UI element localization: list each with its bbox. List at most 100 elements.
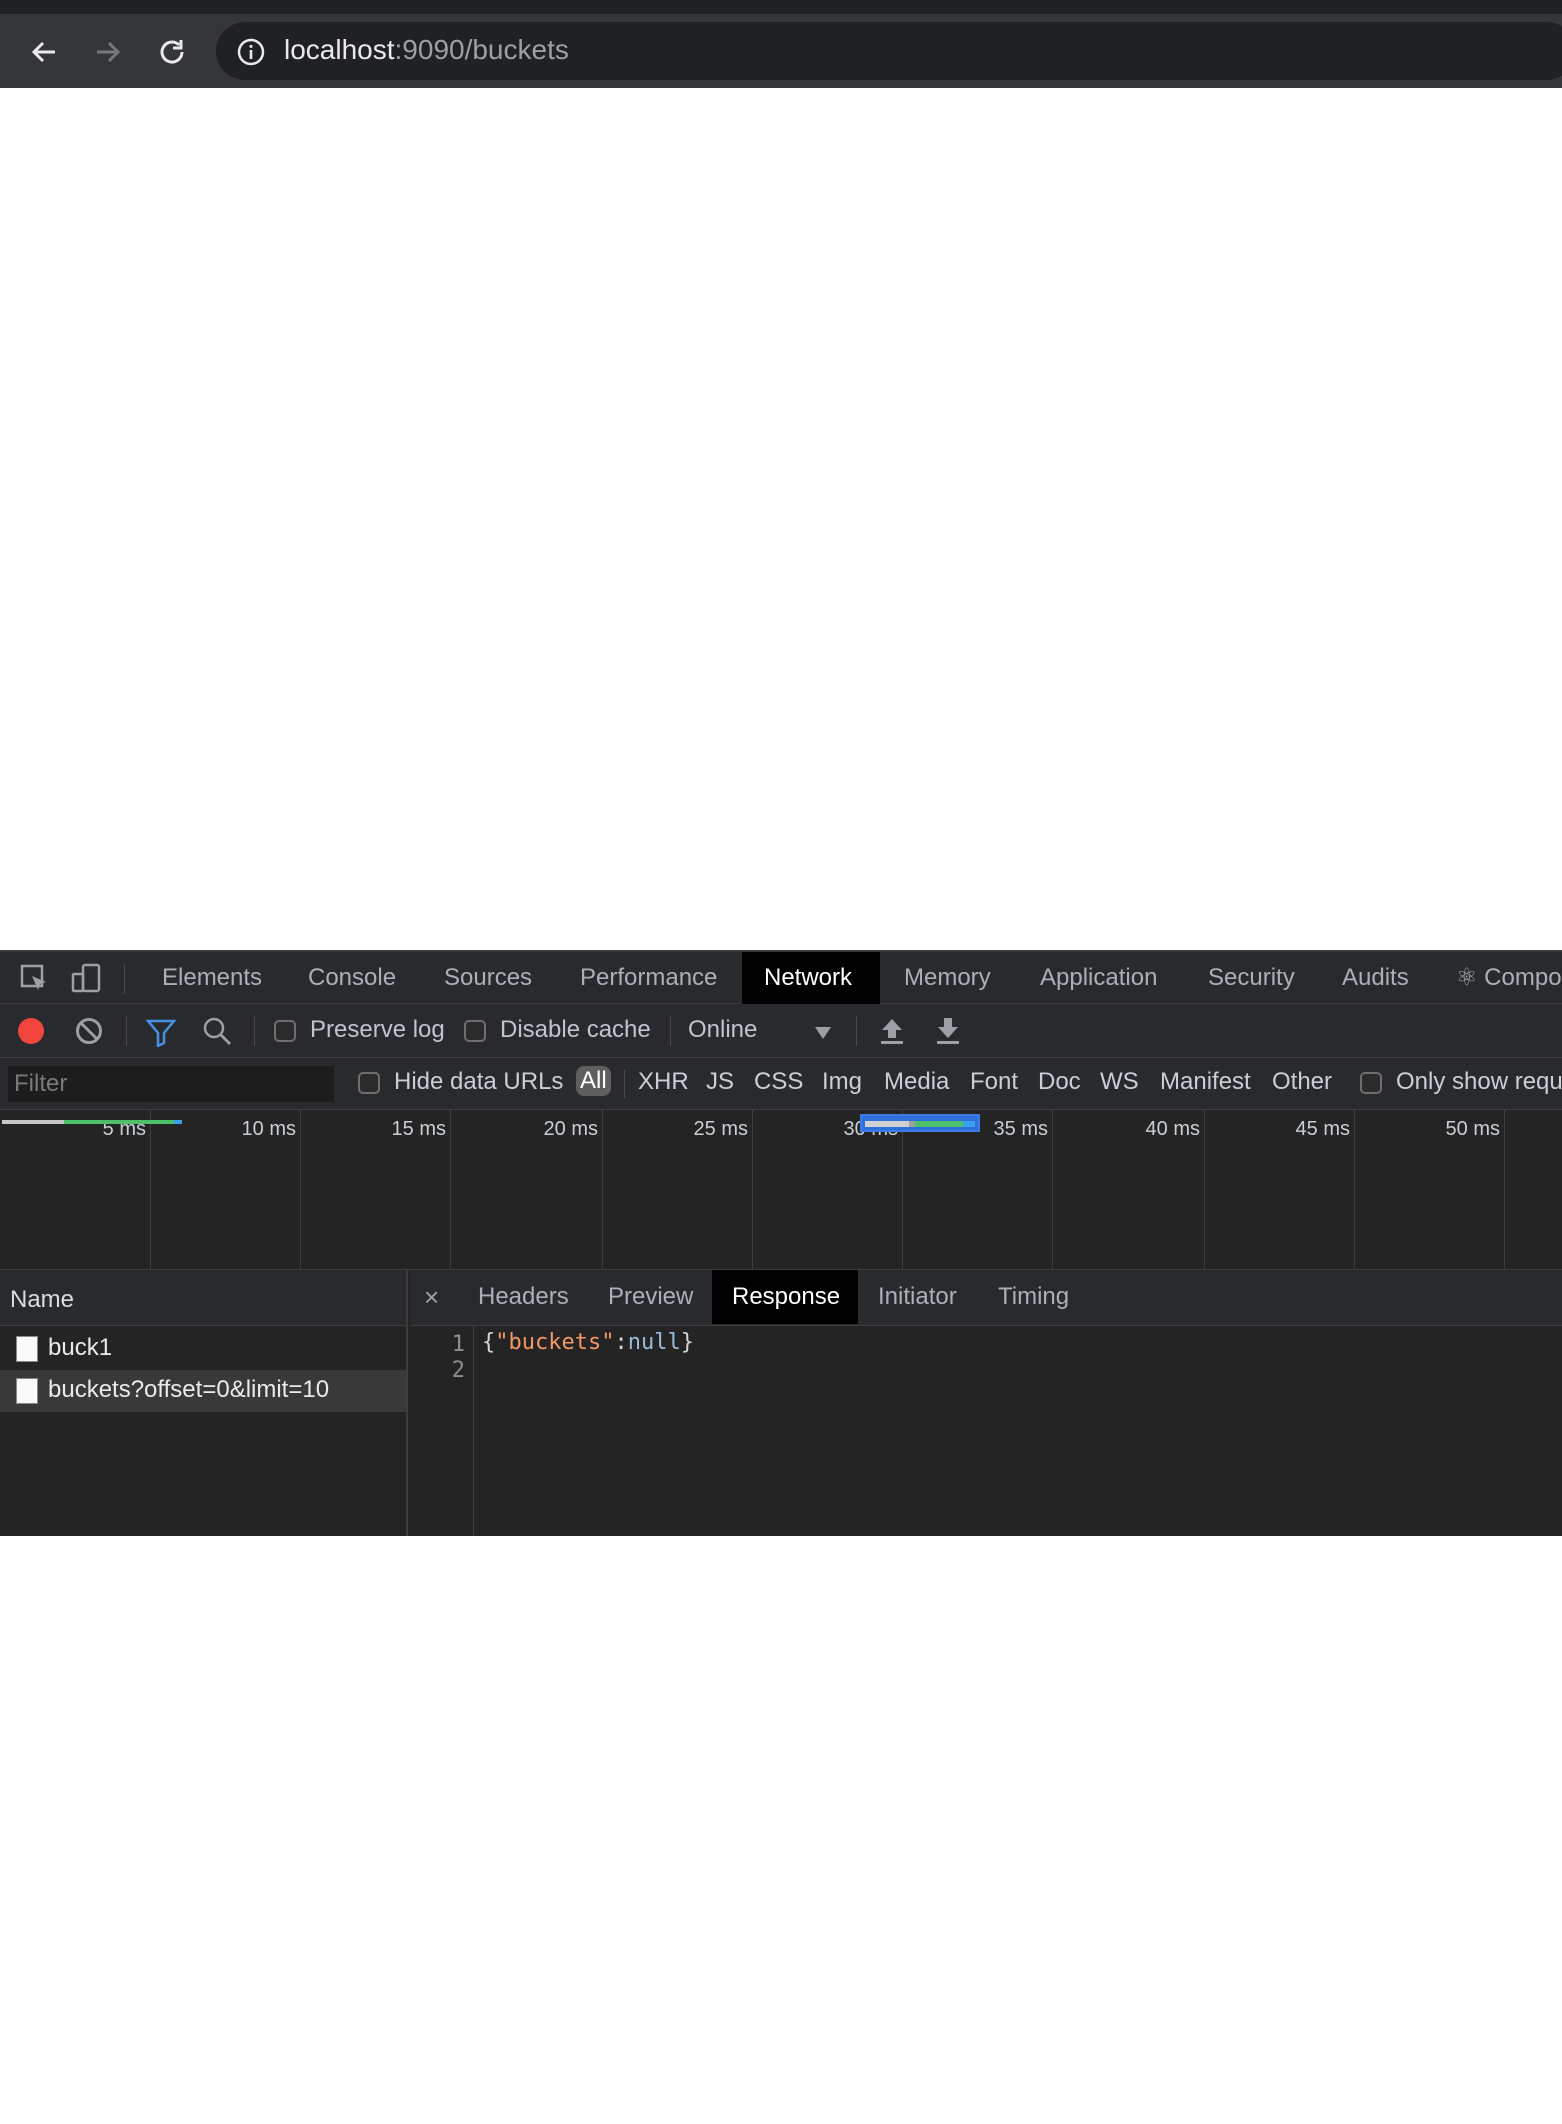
grid-line [1204,1110,1205,1270]
only-show-checkbox[interactable] [1360,1072,1382,1094]
filter-type-all[interactable]: All [576,1066,611,1096]
url-text[interactable]: localhost:9090/buckets [284,34,569,66]
name-column-header[interactable]: Name [0,1270,406,1326]
filter-type-other[interactable]: Other [1272,1068,1332,1096]
tab-initiator[interactable]: Initiator [858,1270,977,1324]
disable-cache-label[interactable]: Disable cache [500,1016,651,1044]
grid-line [752,1110,753,1270]
reload-button[interactable] [150,30,194,74]
chevron-down-icon[interactable] [814,1026,832,1040]
browser-toolbar: localhost:9090/buckets [0,14,1562,88]
grid-line [150,1110,151,1270]
hide-data-urls-checkbox[interactable] [358,1072,380,1094]
filter-icon[interactable] [146,1017,176,1047]
grid-line [902,1110,903,1270]
tab-sources[interactable]: Sources [422,952,554,1004]
tab-response[interactable]: Response [712,1270,858,1324]
url-path: :9090/buckets [394,34,569,65]
export-har-icon[interactable] [934,1016,962,1046]
request-bar-1-tail [174,1120,182,1124]
search-icon[interactable] [202,1016,232,1046]
document-icon [16,1336,38,1362]
tab-components[interactable]: ⚛ Compon [1434,952,1562,1004]
request-list: Name buck1 buckets?offset=0&limit=10 [0,1270,408,1536]
preserve-log-checkbox[interactable] [274,1020,296,1042]
grid-line [602,1110,603,1270]
toolbar-divider [624,1070,625,1098]
close-icon[interactable]: × [424,1282,439,1313]
tab-network[interactable]: Network [742,952,880,1004]
import-har-icon[interactable] [878,1016,906,1046]
tick-label: 45 ms [1295,1118,1350,1140]
device-icon [71,963,101,993]
filter-type-manifest[interactable]: Manifest [1160,1068,1251,1096]
record-icon[interactable] [16,1016,46,1046]
network-toolbar: Preserve log Disable cache Online [0,1004,1562,1058]
filter-type-media[interactable]: Media [884,1068,949,1096]
filter-type-doc[interactable]: Doc [1038,1068,1081,1096]
tick-label: 50 ms [1445,1118,1500,1140]
grid-line [1052,1110,1053,1270]
request-bar-2 [860,1114,980,1132]
arrow-left-icon [31,41,55,63]
url-host: localhost [284,34,395,65]
request-bar [2,2120,182,2124]
arrow-right-icon [97,41,121,63]
preserve-log-label[interactable]: Preserve log [310,1016,445,1044]
tab-security[interactable]: Security [1186,952,1317,1004]
info-icon[interactable] [236,37,266,67]
page-content [0,88,1562,950]
tab-performance[interactable]: Performance [558,952,739,1004]
request-detail: × Headers Preview Response Initiator Tim… [410,1270,1562,1536]
grid-line [450,1110,451,1270]
throttle-select[interactable]: Online [688,1016,757,1044]
request-row-buckets[interactable]: buckets?offset=0&limit=10 [0,1370,406,1412]
request-row-buck1[interactable]: buck1 [0,1328,406,1370]
filter-type-js[interactable]: JS [706,1068,734,1096]
tab-memory[interactable]: Memory [882,952,1013,1004]
toolbar-divider [670,1016,671,1046]
back-button[interactable] [22,30,66,74]
clear-icon[interactable] [74,1016,104,1046]
tick-label: 40 ms [1145,1118,1200,1140]
json-colon: : [614,1330,628,1355]
filter-type-ws[interactable]: WS [1100,1068,1139,1096]
tab-audits[interactable]: Audits [1320,952,1431,1004]
hide-data-urls-label[interactable]: Hide data URLs [394,1068,563,1096]
inspect-element-button[interactable] [16,960,52,996]
filter-type-font[interactable]: Font [970,1068,1018,1096]
tab-timing[interactable]: Timing [978,1270,1089,1324]
tab-console[interactable]: Console [286,952,418,1004]
document-icon [16,1378,38,1404]
only-show-label[interactable]: Only show requ [1396,1068,1562,1096]
name-header-label: Name [10,1286,75,1313]
address-bar[interactable]: localhost:9090/buckets [216,22,1562,80]
json-brace-open: { [482,1330,496,1355]
line-gutter: 1 2 [410,1326,474,1536]
tab-application[interactable]: Application [1018,952,1179,1004]
tab-elements[interactable]: Elements [140,952,284,1004]
forward-button[interactable] [86,30,130,74]
toolbar-divider [126,1016,127,1046]
reload-icon [160,40,184,64]
filter-type-css[interactable]: CSS [754,1068,803,1096]
filter-type-xhr[interactable]: XHR [638,1068,689,1096]
tab-headers[interactable]: Headers [458,1270,589,1324]
network-overview[interactable]: 5 ms 10 ms 15 ms 20 ms 25 ms 30 ms 35 ms… [0,1110,1562,1270]
response-body[interactable]: {"buckets":null} [482,1330,694,1355]
grid-line [1504,1110,1505,1270]
tick-label: 15 ms [391,1118,446,1140]
filter-type-img[interactable]: Img [822,1068,862,1096]
json-value: null [627,1330,681,1355]
request-bar-1-download [64,1120,174,1124]
request-bar-1-wait [2,1120,64,1124]
device-toolbar-button[interactable] [68,960,104,996]
request-name: buck1 [48,1334,113,1361]
toolbar-divider [124,964,125,994]
grid-line [300,1110,301,1270]
browser-titlebar [0,0,1562,14]
tab-preview[interactable]: Preview [588,1270,713,1324]
devtools-panel: Elements Console Sources Performance Net… [0,950,1562,1536]
filter-input[interactable] [8,1066,334,1102]
disable-cache-checkbox[interactable] [464,1020,486,1042]
